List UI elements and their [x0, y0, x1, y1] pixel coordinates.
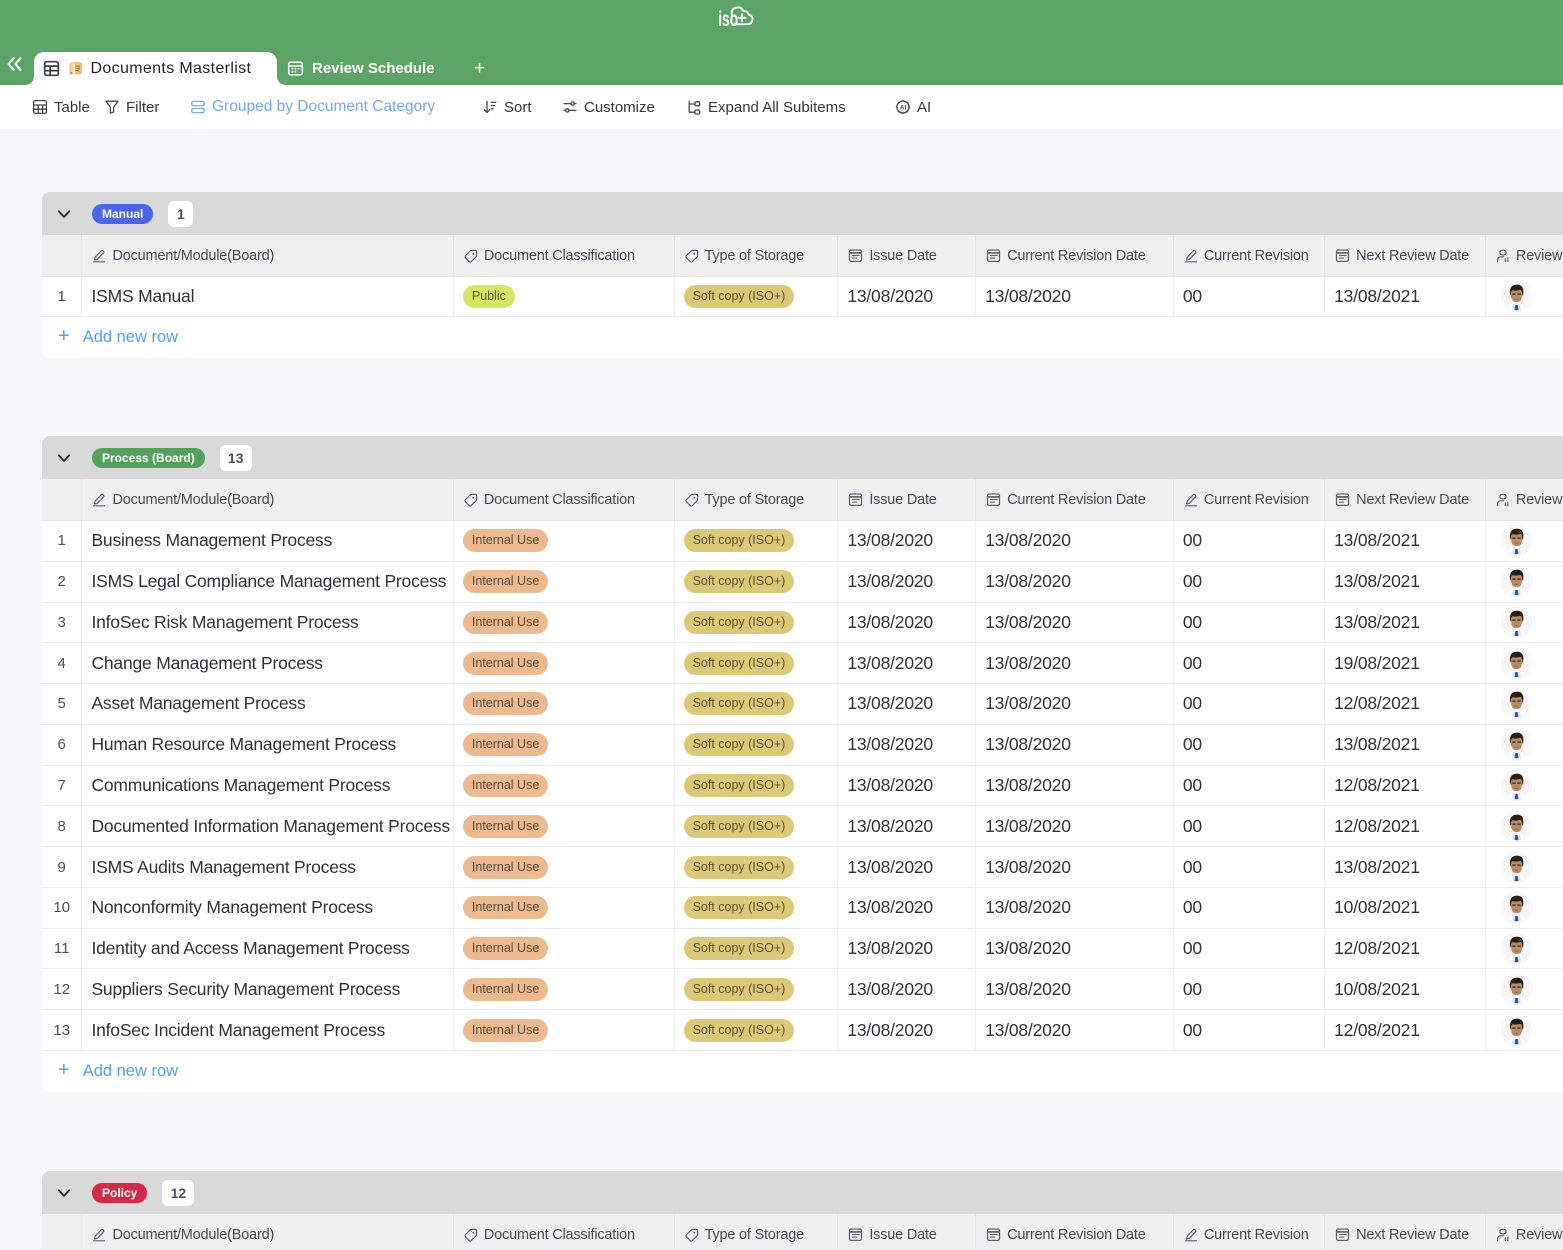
svg-text:AI: AI — [900, 104, 907, 111]
svg-text:iso: iso — [718, 7, 738, 31]
